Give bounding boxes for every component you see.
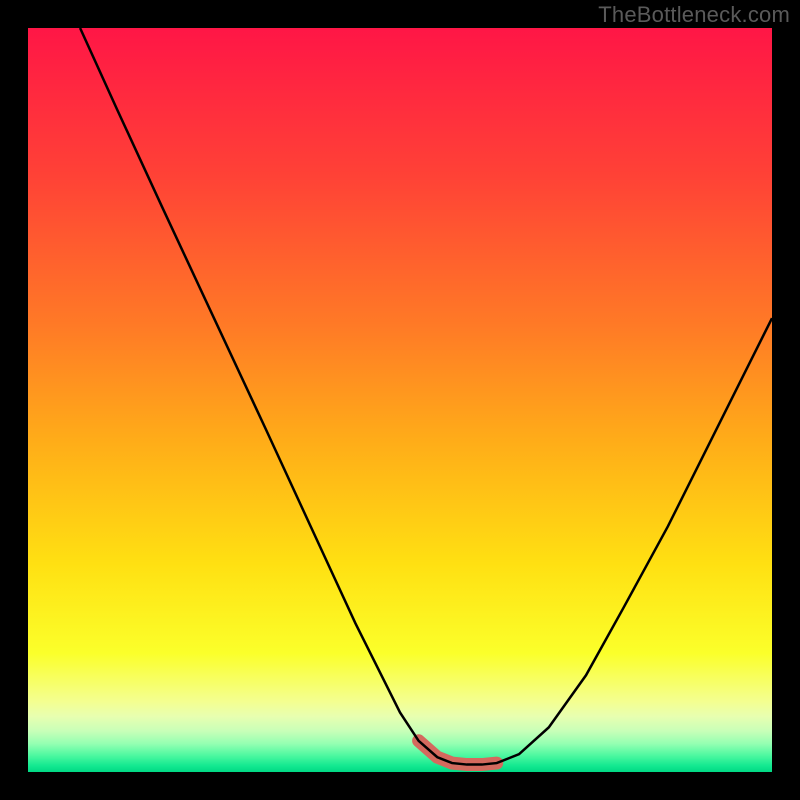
- bottleneck-curve-path: [80, 28, 772, 765]
- watermark-text: TheBottleneck.com: [598, 2, 790, 28]
- plot-area: [28, 28, 772, 772]
- curve-layer: [28, 28, 772, 772]
- chart-frame: TheBottleneck.com: [0, 0, 800, 800]
